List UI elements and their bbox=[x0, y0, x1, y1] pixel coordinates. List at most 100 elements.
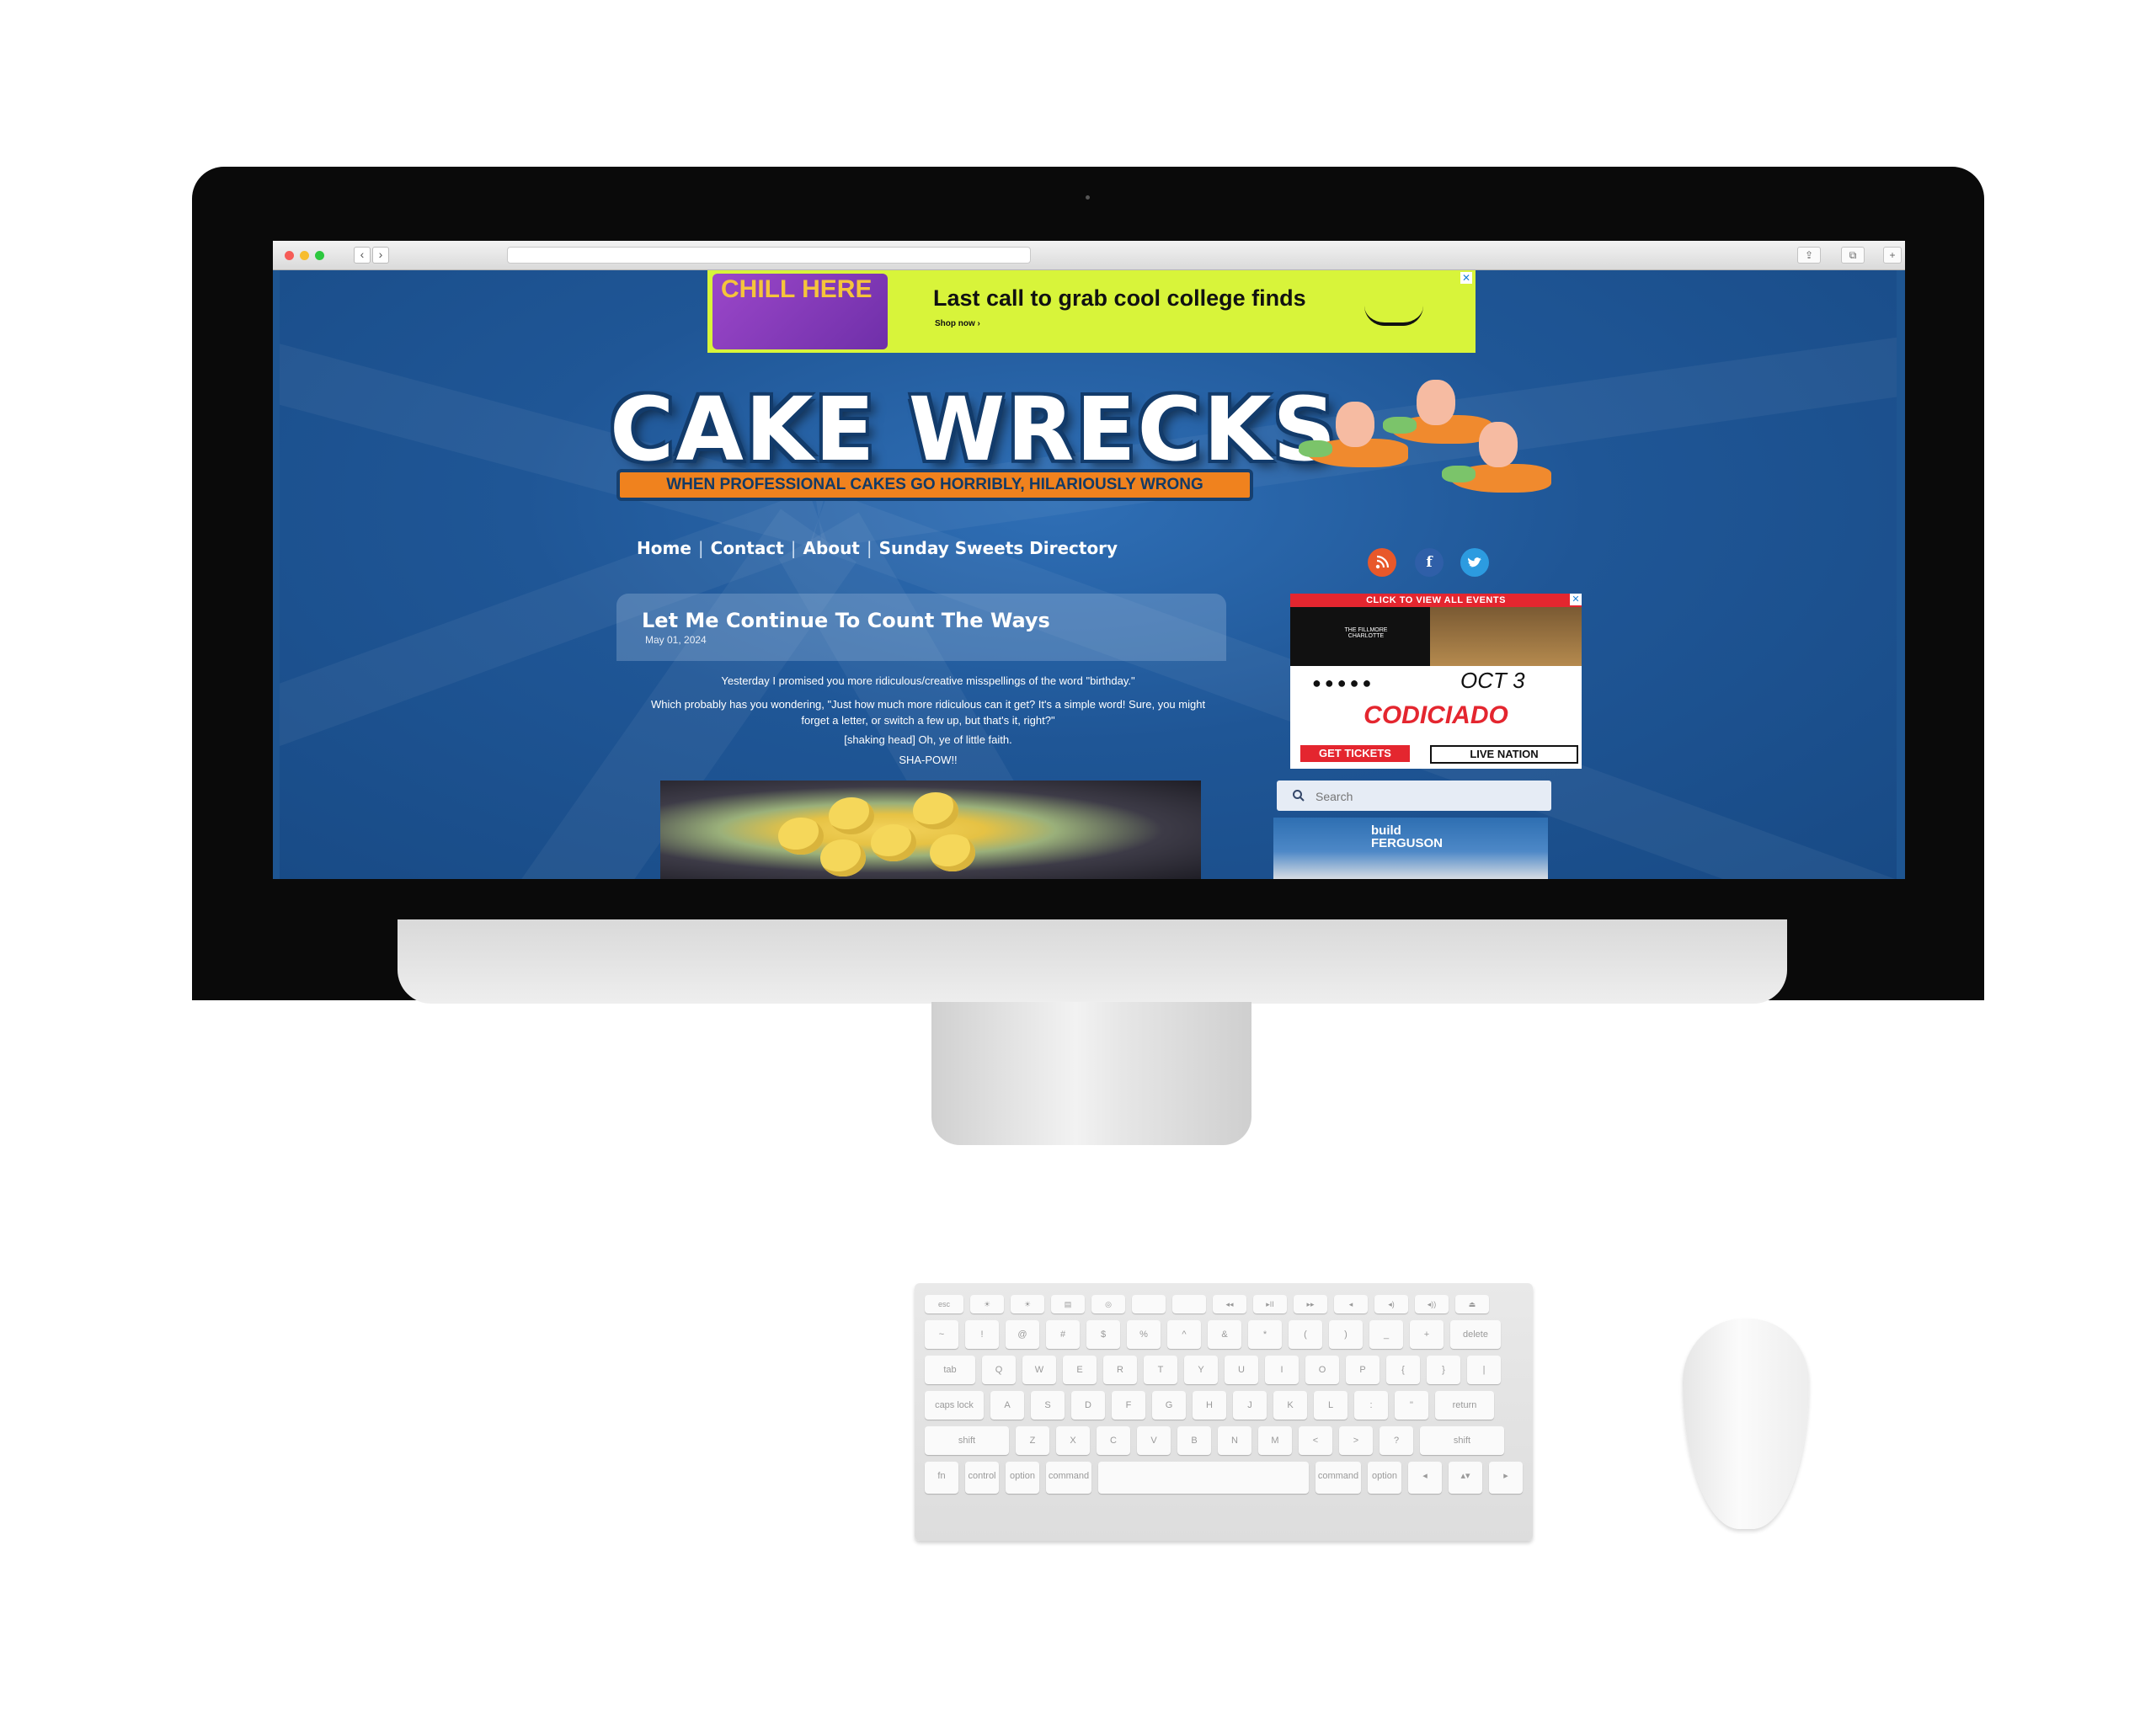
keyboard-key[interactable]: & bbox=[1208, 1320, 1241, 1349]
minimize-window-button[interactable] bbox=[300, 251, 309, 260]
keyboard-key[interactable]: I bbox=[1265, 1356, 1299, 1384]
keyboard-key[interactable]: * bbox=[1248, 1320, 1282, 1349]
keyboard-key[interactable]: ⏏ bbox=[1455, 1295, 1489, 1313]
keyboard-key[interactable]: ? bbox=[1380, 1426, 1413, 1455]
keyboard-key[interactable]: ▸▸ bbox=[1294, 1295, 1327, 1313]
keyboard-key[interactable]: $ bbox=[1086, 1320, 1120, 1349]
keyboard-key[interactable] bbox=[1098, 1462, 1309, 1494]
keyboard-key[interactable]: } bbox=[1427, 1356, 1460, 1384]
keyboard-key[interactable]: ▴▾ bbox=[1449, 1462, 1482, 1494]
keyboard-key[interactable]: command bbox=[1046, 1462, 1091, 1494]
forward-button[interactable]: › bbox=[372, 247, 389, 264]
keyboard-key[interactable]: M bbox=[1258, 1426, 1292, 1455]
keyboard-key[interactable]: tab bbox=[925, 1356, 975, 1384]
keyboard-key[interactable]: # bbox=[1046, 1320, 1080, 1349]
twitter-icon[interactable] bbox=[1460, 548, 1489, 577]
keyboard-key[interactable]: | bbox=[1467, 1356, 1501, 1384]
keyboard-key[interactable]: S bbox=[1031, 1391, 1065, 1420]
keyboard-key[interactable] bbox=[1132, 1295, 1166, 1313]
keyboard-key[interactable]: " bbox=[1395, 1391, 1428, 1420]
nav-contact[interactable]: Contact bbox=[711, 538, 784, 558]
keyboard-key[interactable]: ▸ bbox=[1489, 1462, 1523, 1494]
keyboard-key[interactable]: C bbox=[1097, 1426, 1130, 1455]
keyboard-key[interactable]: ( bbox=[1289, 1320, 1322, 1349]
keyboard-key[interactable]: P bbox=[1346, 1356, 1380, 1384]
search-input[interactable] bbox=[1314, 787, 1536, 806]
share-icon[interactable]: ⇪ bbox=[1797, 247, 1821, 264]
post-cake-photo[interactable] bbox=[660, 781, 1201, 879]
back-button[interactable]: ‹ bbox=[354, 247, 371, 264]
get-tickets-button[interactable]: GET TICKETS bbox=[1300, 745, 1410, 762]
keyboard-key[interactable]: J bbox=[1233, 1391, 1267, 1420]
keyboard-key[interactable]: delete bbox=[1450, 1320, 1501, 1349]
keyboard-key[interactable]: ) bbox=[1329, 1320, 1363, 1349]
keyboard-key[interactable]: + bbox=[1410, 1320, 1444, 1349]
keyboard-key[interactable]: ☀ bbox=[1011, 1295, 1044, 1313]
close-window-button[interactable] bbox=[285, 251, 294, 260]
keyboard-key[interactable]: { bbox=[1386, 1356, 1420, 1384]
nav-sunday-sweets[interactable]: Sunday Sweets Directory bbox=[879, 538, 1118, 558]
keyboard-key[interactable]: < bbox=[1299, 1426, 1332, 1455]
top-banner-ad[interactable]: CHILL HERE Last call to grab cool colleg… bbox=[707, 270, 1476, 353]
ad-close-icon[interactable]: ✕ bbox=[1460, 272, 1472, 284]
keyboard-key[interactable]: shift bbox=[925, 1426, 1009, 1455]
keyboard-key[interactable]: ^ bbox=[1167, 1320, 1201, 1349]
keyboard-key[interactable]: F bbox=[1112, 1391, 1145, 1420]
keyboard-key[interactable]: ◂ bbox=[1408, 1462, 1442, 1494]
keyboard-key[interactable]: Y bbox=[1184, 1356, 1218, 1384]
keyboard-key[interactable]: E bbox=[1063, 1356, 1097, 1384]
mouse[interactable] bbox=[1683, 1319, 1809, 1529]
sidebar-event-ad[interactable]: CLICK TO VIEW ALL EVENTS THE FILLMORE CH… bbox=[1290, 594, 1582, 769]
keyboard-key[interactable]: control bbox=[965, 1462, 999, 1494]
keyboard-key[interactable]: _ bbox=[1369, 1320, 1403, 1349]
nav-home[interactable]: Home bbox=[637, 538, 691, 558]
zoom-window-button[interactable] bbox=[315, 251, 324, 260]
keyboard-key[interactable]: T bbox=[1144, 1356, 1177, 1384]
keyboard-key[interactable]: N bbox=[1218, 1426, 1251, 1455]
keyboard-key[interactable]: caps lock bbox=[925, 1391, 984, 1420]
keyboard-key[interactable]: D bbox=[1071, 1391, 1105, 1420]
sidebar-ferguson-ad[interactable]: build FERGUSON bbox=[1273, 818, 1548, 879]
keyboard-key[interactable]: command bbox=[1315, 1462, 1361, 1494]
keyboard-key[interactable]: option bbox=[1006, 1462, 1039, 1494]
keyboard-key[interactable]: @ bbox=[1006, 1320, 1039, 1349]
keyboard[interactable]: esc ☀ ☀ ▤ ◎ ◂◂ ▸II ▸▸ ◂ ◂) ◂)) ⏏ ~! @ # $% ^ & *() _ + delete… bbox=[915, 1283, 1533, 1541]
keyboard-key[interactable]: shift bbox=[1420, 1426, 1504, 1455]
keyboard-key[interactable]: ! bbox=[965, 1320, 999, 1349]
keyboard-key[interactable]: G bbox=[1152, 1391, 1186, 1420]
keyboard-key[interactable]: option bbox=[1368, 1462, 1401, 1494]
ad-close-icon[interactable]: ✕ bbox=[1570, 594, 1582, 605]
keyboard-key[interactable]: Z bbox=[1016, 1426, 1049, 1455]
keyboard-key[interactable]: > bbox=[1339, 1426, 1373, 1455]
ad-shop-link[interactable]: Shop now › bbox=[935, 319, 980, 328]
keyboard-key[interactable]: fn bbox=[925, 1462, 958, 1494]
address-bar[interactable] bbox=[507, 247, 1031, 264]
keyboard-key[interactable]: ◂ bbox=[1334, 1295, 1368, 1313]
ad-events-banner[interactable]: CLICK TO VIEW ALL EVENTS bbox=[1290, 594, 1582, 607]
keyboard-key[interactable]: U bbox=[1225, 1356, 1258, 1384]
facebook-icon[interactable]: f bbox=[1415, 548, 1444, 577]
keyboard-key[interactable]: esc bbox=[925, 1295, 963, 1313]
keyboard-key[interactable]: ◂)) bbox=[1415, 1295, 1449, 1313]
rss-icon[interactable] bbox=[1368, 548, 1396, 577]
search-icon[interactable] bbox=[1292, 789, 1305, 805]
keyboard-key[interactable]: ~ bbox=[925, 1320, 958, 1349]
keyboard-key[interactable]: ▸II bbox=[1253, 1295, 1287, 1313]
new-tab-icon[interactable]: + bbox=[1883, 247, 1902, 264]
carousel-dots[interactable]: ●●●●● bbox=[1312, 674, 1374, 692]
post-title[interactable]: Let Me Continue To Count The Ways bbox=[642, 609, 1050, 632]
keyboard-key[interactable]: Q bbox=[982, 1356, 1016, 1384]
keyboard-key[interactable]: B bbox=[1177, 1426, 1211, 1455]
keyboard-key[interactable]: H bbox=[1193, 1391, 1226, 1420]
keyboard-key[interactable]: ◂) bbox=[1374, 1295, 1408, 1313]
keyboard-key[interactable]: R bbox=[1103, 1356, 1137, 1384]
tabs-icon[interactable]: ⧉ bbox=[1841, 247, 1865, 264]
nav-about[interactable]: About bbox=[803, 538, 860, 558]
keyboard-key[interactable]: O bbox=[1305, 1356, 1339, 1384]
keyboard-key[interactable]: return bbox=[1435, 1391, 1494, 1420]
keyboard-key[interactable]: ◂◂ bbox=[1213, 1295, 1246, 1313]
keyboard-key[interactable]: ◎ bbox=[1091, 1295, 1125, 1313]
keyboard-key[interactable]: W bbox=[1022, 1356, 1056, 1384]
keyboard-key[interactable]: : bbox=[1354, 1391, 1388, 1420]
keyboard-key[interactable]: A bbox=[990, 1391, 1024, 1420]
